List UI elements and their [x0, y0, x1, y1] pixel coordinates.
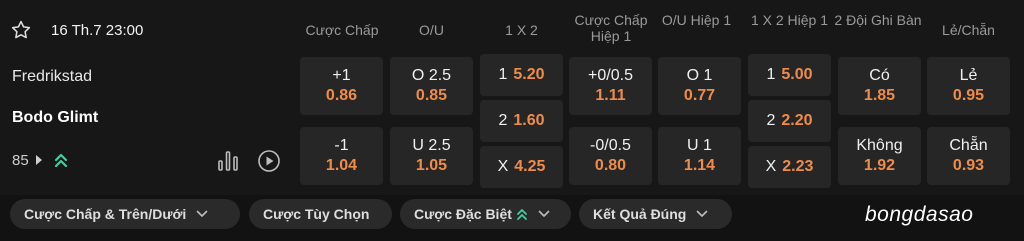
odds-cell-under[interactable]: U 2.5 1.05	[390, 127, 473, 185]
col-header-handicap-h1: Cược Chấp Hiệp 1	[574, 12, 648, 44]
tab-label: Cược Tùy Chọn	[263, 206, 370, 222]
odds-value: 1.14	[683, 157, 716, 174]
col-header-handicap: Cược Chấp	[305, 22, 379, 38]
watermark-text: bongdasao	[865, 203, 974, 226]
odds-value: 2.23	[782, 158, 814, 175]
chevron-down-icon	[696, 210, 708, 218]
chevron-down-icon	[196, 210, 208, 218]
odds-label: X	[765, 158, 777, 175]
odds-label: -1	[334, 137, 349, 154]
odds-cell-1x2-draw[interactable]: X 4.25	[480, 146, 563, 188]
odds-label: 2	[498, 112, 508, 129]
odds-label: O 1	[686, 67, 713, 84]
odds-cell-btts-yes[interactable]: Có 1.85	[838, 57, 921, 115]
caret-right-icon	[35, 155, 42, 165]
odds-label: Không	[856, 137, 903, 154]
col-header-1x2: 1 X 2	[505, 22, 538, 38]
odds-cell-btts-no[interactable]: Không 1.92	[838, 127, 921, 185]
odds-value: 0.77	[683, 87, 716, 104]
tab-label: Kết Quả Đúng	[593, 206, 687, 222]
odds-value: 0.85	[415, 87, 448, 104]
odds-label: -0/0.5	[590, 137, 631, 154]
odds-label: Có	[869, 67, 890, 84]
col-header-oddeven: Lẻ/Chẵn	[942, 22, 995, 38]
odds-label: Chẵn	[949, 137, 988, 154]
col-header-ou-h1: O/U Hiệp 1	[661, 12, 732, 28]
tab-label: Cược Đặc Biệt	[414, 206, 512, 222]
odds-cell-1x2-h1-draw[interactable]: X 2.23	[748, 146, 831, 188]
more-markets[interactable]: 85	[12, 150, 68, 170]
odds-cell-under-h1[interactable]: U 1 1.14	[658, 127, 741, 185]
odds-value: 1.85	[863, 87, 896, 104]
double-chevron-up-icon	[516, 207, 528, 221]
double-chevron-up-icon[interactable]	[54, 152, 68, 168]
odds-cell-odd[interactable]: Lẻ 0.95	[927, 57, 1010, 115]
odds-label: +0/0.5	[588, 67, 633, 84]
odds-cell-1x2-home[interactable]: 1 5.20	[480, 54, 563, 96]
star-icon[interactable]	[10, 19, 32, 41]
odds-value: 5.20	[513, 66, 545, 83]
odds-value: 1.92	[863, 157, 896, 174]
more-markets-count: 85	[12, 151, 29, 169]
away-team-name: Bodo Glimt	[12, 109, 99, 126]
chevron-down-icon	[538, 210, 550, 218]
odds-value: 1.60	[513, 112, 545, 129]
odds-cell-1x2-h1-away[interactable]: 2 2.20	[748, 100, 831, 142]
tab-custom-bets[interactable]: Cược Tùy Chọn	[249, 199, 392, 229]
odds-cell-handicap-h1-home[interactable]: +0/0.5 1.11	[569, 57, 652, 115]
home-team-name: Fredrikstad	[12, 68, 93, 85]
odds-label: 1	[766, 66, 776, 83]
odds-label: 1	[498, 66, 508, 83]
odds-cell-over-h1[interactable]: O 1 0.77	[658, 57, 741, 115]
odds-value: 0.93	[952, 157, 985, 174]
col-header-1x2-h1: 1 X 2 Hiệp 1	[750, 12, 829, 28]
odds-cell-1x2-away[interactable]: 2 1.60	[480, 100, 563, 142]
odds-value: 2.20	[781, 112, 813, 129]
odds-label: U 2.5	[412, 137, 451, 154]
tab-handicap-over-under[interactable]: Cược Chấp & Trên/Dưới	[10, 199, 240, 229]
odds-cell-handicap-away[interactable]: -1 1.04	[300, 127, 383, 185]
odds-value: 1.05	[415, 157, 448, 174]
odds-label: Lẻ	[959, 67, 978, 84]
odds-label: +1	[332, 67, 351, 84]
stats-icon[interactable]	[215, 148, 241, 174]
odds-label: X	[497, 158, 509, 175]
odds-cell-1x2-h1-home[interactable]: 1 5.00	[748, 54, 831, 96]
odds-cell-handicap-h1-away[interactable]: -0/0.5 0.80	[569, 127, 652, 185]
odds-label: 2	[766, 112, 776, 129]
odds-cell-over[interactable]: O 2.5 0.85	[390, 57, 473, 115]
col-header-btts: 2 Đội Ghi Bàn	[834, 12, 922, 28]
tab-correct-score[interactable]: Kết Quả Đúng	[579, 199, 732, 229]
odds-value: 0.80	[594, 157, 627, 174]
odds-value: 0.86	[325, 87, 358, 104]
odds-value: 0.95	[952, 87, 985, 104]
match-datetime: 16 Th.7 23:00	[51, 21, 144, 39]
odds-value: 5.00	[781, 66, 813, 83]
col-header-ou: O/U	[419, 22, 444, 38]
odds-label: O 2.5	[411, 67, 452, 84]
odds-value: 1.04	[325, 157, 358, 174]
odds-value: 4.25	[514, 158, 546, 175]
tab-label: Cược Chấp & Trên/Dưới	[24, 206, 187, 222]
odds-cell-handicap-home[interactable]: +1 0.86	[300, 57, 383, 115]
odds-label: U 1	[687, 137, 712, 154]
odds-cell-even[interactable]: Chẵn 0.93	[927, 127, 1010, 185]
match-header: 16 Th.7 23:00	[10, 18, 143, 42]
odds-value: 1.11	[595, 87, 626, 104]
tab-special-bets[interactable]: Cược Đặc Biệt	[400, 199, 571, 229]
play-icon[interactable]	[256, 148, 282, 174]
